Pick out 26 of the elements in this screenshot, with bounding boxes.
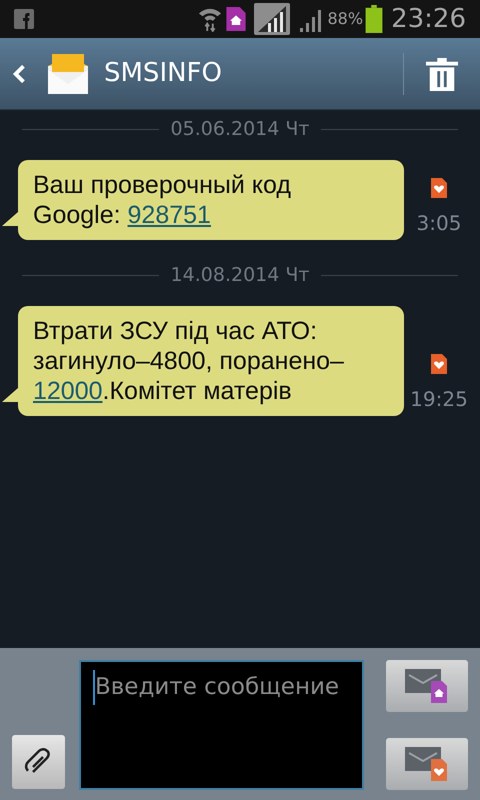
- contact-name: SMSINFO: [104, 57, 222, 90]
- clock: 23:26: [391, 2, 466, 36]
- envelope-home-icon: [405, 669, 449, 703]
- attach-button[interactable]: [12, 735, 65, 789]
- send-button[interactable]: [386, 738, 468, 790]
- message-text: Ваш проверочный код Google: 928751: [33, 170, 292, 230]
- message-text: Втрати ЗСУ під час АТО: загинуло–4800, поранено– 12000.Комітет матерів: [33, 316, 345, 406]
- message-time: 19:25: [410, 386, 468, 413]
- trash-icon[interactable]: [426, 56, 458, 90]
- message-link[interactable]: 12000: [33, 377, 103, 405]
- battery-icon: [365, 5, 384, 33]
- message-time: 3:05: [416, 210, 462, 237]
- date-separator: 05.06.2014 Чт: [170, 116, 310, 142]
- envelope-icon: [46, 52, 90, 96]
- sim-card-icon: [226, 7, 246, 31]
- facebook-icon: [14, 9, 34, 29]
- back-icon[interactable]: [12, 64, 26, 84]
- date-separator: 14.08.2014 Чт: [170, 262, 310, 288]
- wifi-icon: [198, 6, 222, 32]
- signal-icon: [254, 3, 290, 35]
- sim-card-icon: [431, 354, 447, 374]
- message-link[interactable]: 928751: [128, 201, 211, 229]
- battery-percentage: 88%: [328, 8, 364, 30]
- envelope-heart-icon: [405, 747, 449, 781]
- send-button[interactable]: [386, 660, 468, 712]
- sim-card-icon: [431, 178, 447, 198]
